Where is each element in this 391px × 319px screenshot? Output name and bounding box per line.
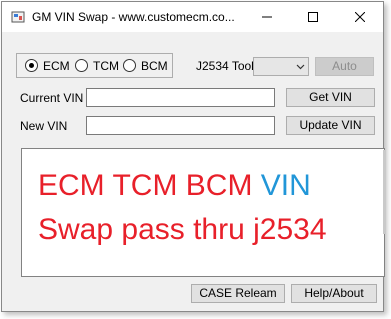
maximize-icon — [308, 12, 318, 22]
j2534-tool-select[interactable] — [253, 57, 309, 76]
display-line-1-main: ECM TCM BCM — [38, 169, 261, 202]
module-radio-group: ECM TCM BCM — [16, 53, 173, 78]
title-bar[interactable]: GM VIN Swap - www.customecm.co... — [2, 2, 383, 32]
chevron-down-icon — [296, 64, 305, 70]
radio-bcm[interactable] — [123, 59, 136, 72]
get-vin-button[interactable]: Get VIN — [286, 88, 375, 107]
radio-bcm-label[interactable]: BCM — [141, 59, 168, 73]
radio-ecm[interactable] — [25, 59, 38, 72]
auto-button[interactable]: Auto — [315, 57, 374, 76]
close-button[interactable] — [337, 2, 383, 32]
app-icon — [11, 11, 25, 23]
minimize-button[interactable] — [244, 2, 290, 32]
scrollbar[interactable] — [383, 150, 386, 234]
current-vin-field[interactable] — [86, 88, 275, 107]
close-icon — [355, 12, 365, 22]
new-vin-label: New VIN — [20, 119, 68, 133]
display-line-1: ECM TCM BCM VIN — [38, 169, 311, 203]
minimize-icon — [262, 16, 272, 18]
window-title: GM VIN Swap - www.customecm.co... — [32, 10, 235, 24]
radio-tcm[interactable] — [75, 59, 88, 72]
case-releam-button[interactable]: CASE Releam — [191, 284, 285, 303]
current-vin-label: Current VIN — [20, 91, 84, 105]
update-vin-button[interactable]: Update VIN — [286, 116, 375, 135]
message-display: ECM TCM BCM VIN Swap pass thru j2534 — [21, 148, 385, 277]
maximize-button[interactable] — [290, 2, 336, 32]
new-vin-field[interactable] — [86, 116, 275, 135]
j2534-tool-label: J2534 Tool — [196, 59, 254, 73]
radio-ecm-label[interactable]: ECM — [43, 59, 70, 73]
help-about-button[interactable]: Help/About — [291, 284, 377, 303]
app-window: GM VIN Swap - www.customecm.co... ECM TC… — [1, 1, 385, 312]
display-line-2: Swap pass thru j2534 — [38, 213, 327, 246]
radio-tcm-label[interactable]: TCM — [93, 59, 119, 73]
display-line-1-accent: VIN — [260, 169, 311, 202]
